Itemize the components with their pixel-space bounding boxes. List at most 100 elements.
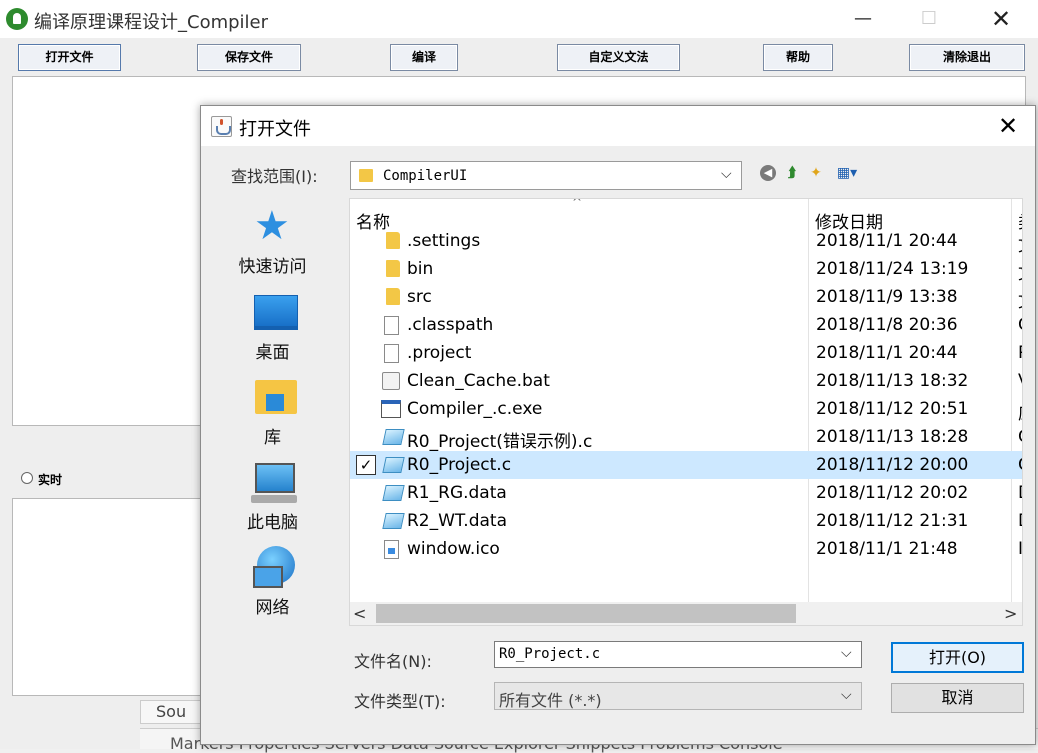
file-modified: 2018/11/1 20:44 [816,343,958,363]
doc-icon [384,316,399,335]
file-type: 文 [1018,259,1022,284]
ico-icon [384,540,399,559]
place-library[interactable]: 库 [206,423,339,448]
back-icon[interactable]: ◀ [760,165,776,181]
file-modified: 2018/11/12 20:00 [816,455,969,475]
file-row[interactable]: ✓R1_RG.data2018/11/12 20:02D [350,479,1022,507]
file-type: 应 [1018,399,1022,424]
up-folder-icon[interactable]: ⮭ [783,164,801,182]
file-row[interactable]: ✓.classpath2018/11/8 20:36C [350,311,1022,339]
dialog-close-button[interactable]: ✕ [991,110,1025,142]
file-row[interactable]: ✓Clean_Cache.bat2018/11/13 18:32V [350,367,1022,395]
file-type: 文 [1018,231,1022,256]
cfile-icon [382,457,405,473]
app-icon [6,8,28,30]
file-name: R0_Project(错误示例).c [407,432,593,452]
output-area[interactable] [12,498,212,696]
file-modified: 2018/11/12 20:02 [816,483,969,503]
minimize-button[interactable]: — [840,0,886,38]
close-window-button[interactable]: ✕ [978,0,1024,38]
scroll-left-icon[interactable]: < [353,602,366,625]
maximize-button[interactable]: ☐ [906,0,952,38]
file-row[interactable]: ✓Compiler_.c.exe2018/11/12 20:51应 [350,395,1022,424]
data-icon [382,513,405,529]
horizontal-scrollbar[interactable]: < > [350,602,1022,625]
file-type: Ic [1018,539,1023,559]
file-row[interactable]: ✓.project2018/11/1 20:44P [350,339,1022,367]
file-modified: 2018/11/13 18:28 [816,427,969,447]
chevron-down-icon: ⌵ [841,687,852,703]
file-name: R0_Project.c [407,455,512,475]
look-in-label: 查找范围(I): [231,167,318,186]
file-name: src [407,287,432,307]
file-name: Compiler_.c.exe [407,399,543,419]
computer-icon[interactable] [251,463,297,503]
open-button[interactable]: 打开(O) [891,642,1024,673]
clear-exit-button[interactable]: 清除退出 [909,44,1025,71]
new-folder-icon[interactable]: ✦ [807,164,825,182]
chevron-down-icon[interactable]: ⌵ [841,645,852,661]
file-type: D [1018,483,1022,503]
file-modified: 2018/11/24 13:19 [816,259,969,279]
cancel-button[interactable]: 取消 [891,683,1024,713]
file-name: bin [407,259,434,279]
main-titlebar[interactable]: 编译原理课程设计_Compiler — ☐ ✕ [0,0,1038,38]
filename-label: 文件名(N): [354,652,432,671]
file-modified: 2018/11/8 20:36 [816,315,958,335]
save-file-button[interactable]: 保存文件 [197,44,301,71]
place-network[interactable]: 网络 [206,593,339,618]
view-menu-icon[interactable]: ▦▾ [831,164,863,182]
file-type: C [1018,315,1022,335]
help-button[interactable]: 帮助 [763,44,833,71]
file-type: 文 [1018,287,1022,312]
place-this-pc[interactable]: 此电脑 [206,508,339,533]
file-name: R1_RG.data [407,483,507,503]
realtime-label: 实时 [38,473,63,487]
file-row[interactable]: ✓bin2018/11/24 13:19文 [350,255,1022,284]
file-row[interactable]: ✓ R0_Project.c 2018/11/12 20:00 C [350,451,1022,479]
file-modified: 2018/11/12 21:31 [816,511,969,531]
place-desktop[interactable]: 桌面 [206,338,339,363]
file-type: D [1018,511,1022,531]
custom-grammar-button[interactable]: 自定义文法 [557,44,680,71]
folder-icon [386,232,400,249]
open-file-button[interactable]: 打开文件 [18,44,121,71]
file-modified: 2018/11/1 20:44 [816,231,958,251]
desktop-icon[interactable] [254,295,298,330]
main-window-title: 编译原理课程设计_Compiler [34,12,269,33]
quick-access-star-icon[interactable]: ★ [254,206,290,246]
filetype-dropdown[interactable]: 所有文件 (*.*) ⌵ [494,682,862,710]
dialog-titlebar[interactable]: 打开文件 ✕ [201,106,1035,146]
file-modified: 2018/11/12 20:51 [816,399,969,419]
filetype-label: 文件类型(T): [354,692,446,711]
exe-icon [381,400,401,418]
compile-button[interactable]: 编译 [390,44,458,71]
folder-icon [386,288,400,305]
network-icon[interactable] [253,546,295,588]
file-type: P [1018,343,1022,363]
file-name: .project [407,343,472,363]
file-row[interactable]: ✓.settings2018/11/1 20:44文 [350,227,1022,256]
file-modified: 2018/11/1 21:48 [816,539,958,559]
folder-icon [386,260,400,277]
look-in-dropdown[interactable]: CompilerUI ⌵ [350,161,742,190]
filename-input[interactable]: R0_Project.c ⌵ [494,641,862,668]
scroll-right-icon[interactable]: > [1004,602,1017,625]
file-list[interactable]: ^ 名称 修改日期 类 ✓.settings2018/11/1 20:44文✓b… [349,198,1023,626]
place-quick-access[interactable]: 快速访问 [206,252,339,277]
file-modified: 2018/11/13 18:32 [816,371,969,391]
file-row[interactable]: ✓R0_Project(错误示例).c2018/11/13 18:28C [350,423,1022,452]
file-row[interactable]: ✓src2018/11/9 13:38文 [350,283,1022,312]
scroll-thumb[interactable] [376,604,796,623]
file-rows: ✓.settings2018/11/1 20:44文✓bin2018/11/24… [350,227,1022,597]
filename-value: R0_Project.c [499,646,601,662]
file-row[interactable]: ✓window.ico2018/11/1 21:48Ic [350,535,1022,563]
file-name: window.ico [407,539,500,559]
dialog-title: 打开文件 [239,119,311,140]
folder-icon [359,169,373,182]
selection-check-icon[interactable]: ✓ [356,455,376,475]
file-row[interactable]: ✓R2_WT.data2018/11/12 21:31D [350,507,1022,535]
bat-icon [382,372,400,390]
realtime-radio[interactable] [21,472,33,484]
library-icon[interactable] [255,380,297,414]
